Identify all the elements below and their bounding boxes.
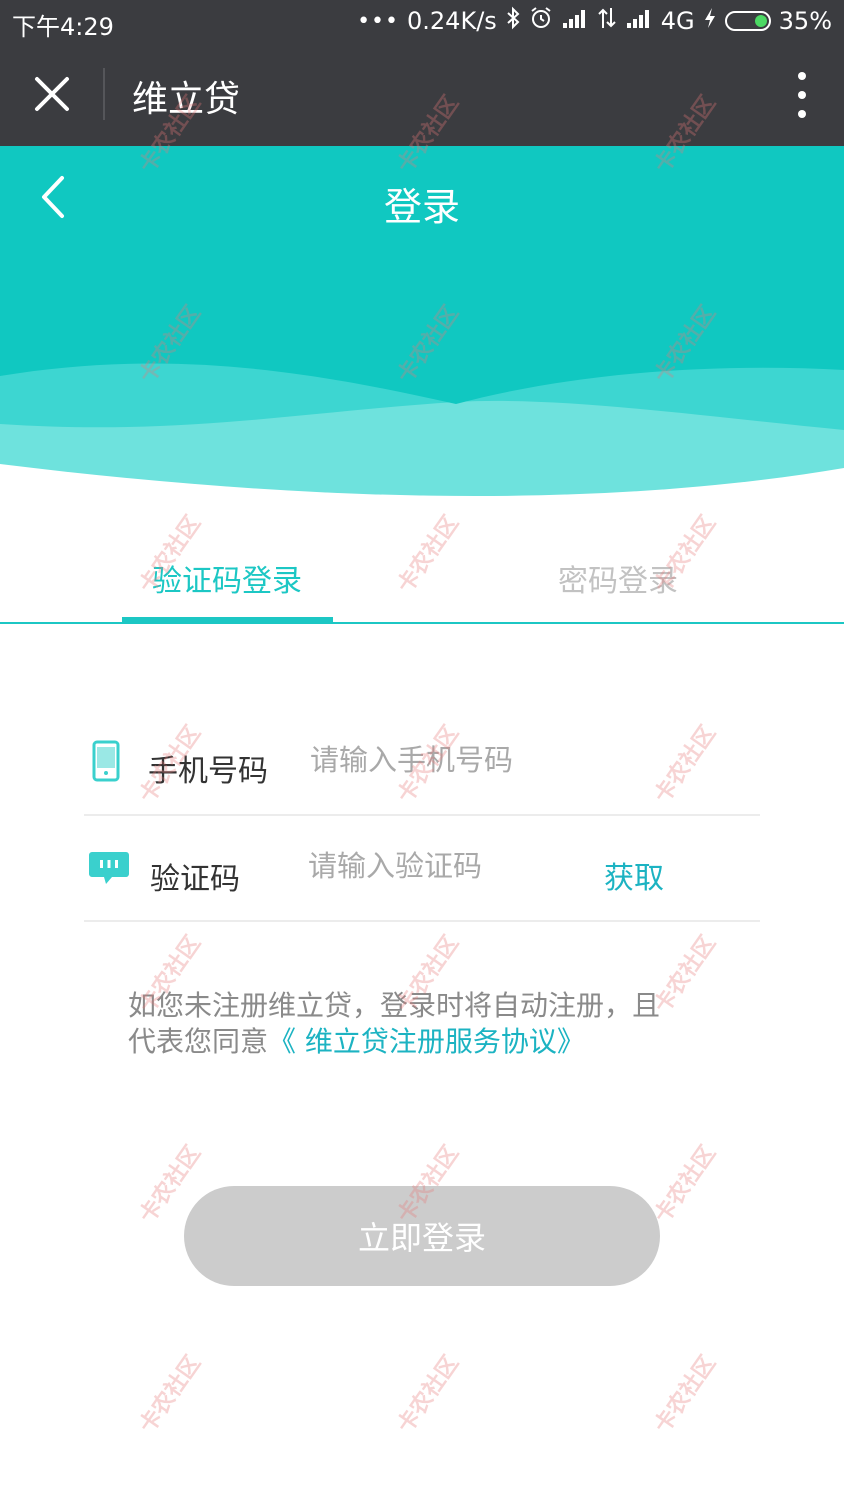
agreement-line2: 代表您同意《 维立贷注册服务协议》	[128, 1024, 728, 1060]
agreement-line1: 如您未注册维立贷，登录时将自动注册，且	[128, 989, 661, 1022]
status-indicators: ••• 0.24K/s 4G 35%	[357, 6, 832, 36]
status-time: 下午4:29	[12, 13, 114, 41]
close-icon	[35, 77, 69, 111]
header-divider	[103, 68, 105, 120]
tab-code-login[interactable]: 验证码登录	[152, 556, 302, 600]
bluetooth-icon	[505, 6, 521, 36]
agreement-prefix: 代表您同意	[128, 1025, 269, 1058]
more-button[interactable]	[790, 72, 814, 118]
battery-icon	[724, 11, 771, 31]
more-vertical-icon-dot	[798, 91, 806, 99]
charging-icon	[703, 6, 717, 36]
page-title: 登录	[383, 185, 460, 229]
network-speed: 0.24K/s	[407, 7, 497, 35]
watermark-stamp: 卡农社区	[392, 1351, 464, 1438]
more-vertical-icon-dot	[798, 72, 806, 80]
phone-icon	[92, 740, 120, 786]
phone-input[interactable]	[310, 740, 730, 780]
tab-password-login[interactable]: 密码登录	[558, 556, 678, 600]
agreement-text: 如您未注册维立贷，登录时将自动注册，且 代表您同意《 维立贷注册服务协议》	[128, 988, 728, 1060]
app-title: 维立贷	[132, 79, 241, 120]
alarm-icon	[529, 6, 553, 36]
more-vertical-icon-dot	[798, 110, 806, 118]
phone-row: 手机号码	[84, 710, 760, 816]
active-tab-indicator	[122, 617, 333, 622]
app-header: 维立贷	[0, 44, 844, 146]
code-input[interactable]	[308, 846, 568, 886]
login-button[interactable]: 立即登录	[184, 1186, 660, 1286]
status-bar: 下午4:29 ••• 0.24K/s 4G 35%	[0, 0, 844, 44]
message-icon	[88, 850, 130, 890]
login-tabs: 验证码登录 密码登录	[0, 540, 844, 624]
agreement-link[interactable]: 《 维立贷注册服务协议》	[268, 1025, 585, 1058]
watermark-stamp: 卡农社区	[649, 1351, 721, 1438]
network-type: 4G	[660, 7, 695, 35]
watermark-stamp: 卡农社区	[134, 1351, 206, 1438]
data-arrows-icon	[597, 6, 617, 36]
code-label: 验证码	[150, 862, 240, 897]
signal-icon-2	[625, 7, 653, 35]
banner: 登录	[0, 146, 844, 506]
get-code-button[interactable]: 获取	[604, 853, 664, 897]
signal-icon	[561, 7, 589, 35]
watermark-stamp: 卡农社区	[649, 1141, 721, 1228]
phone-label: 手机号码	[148, 754, 268, 789]
more-dots-icon: •••	[357, 8, 400, 34]
code-row: 验证码 获取	[84, 816, 760, 922]
close-button[interactable]	[26, 68, 78, 120]
battery-level: 35%	[778, 7, 832, 35]
